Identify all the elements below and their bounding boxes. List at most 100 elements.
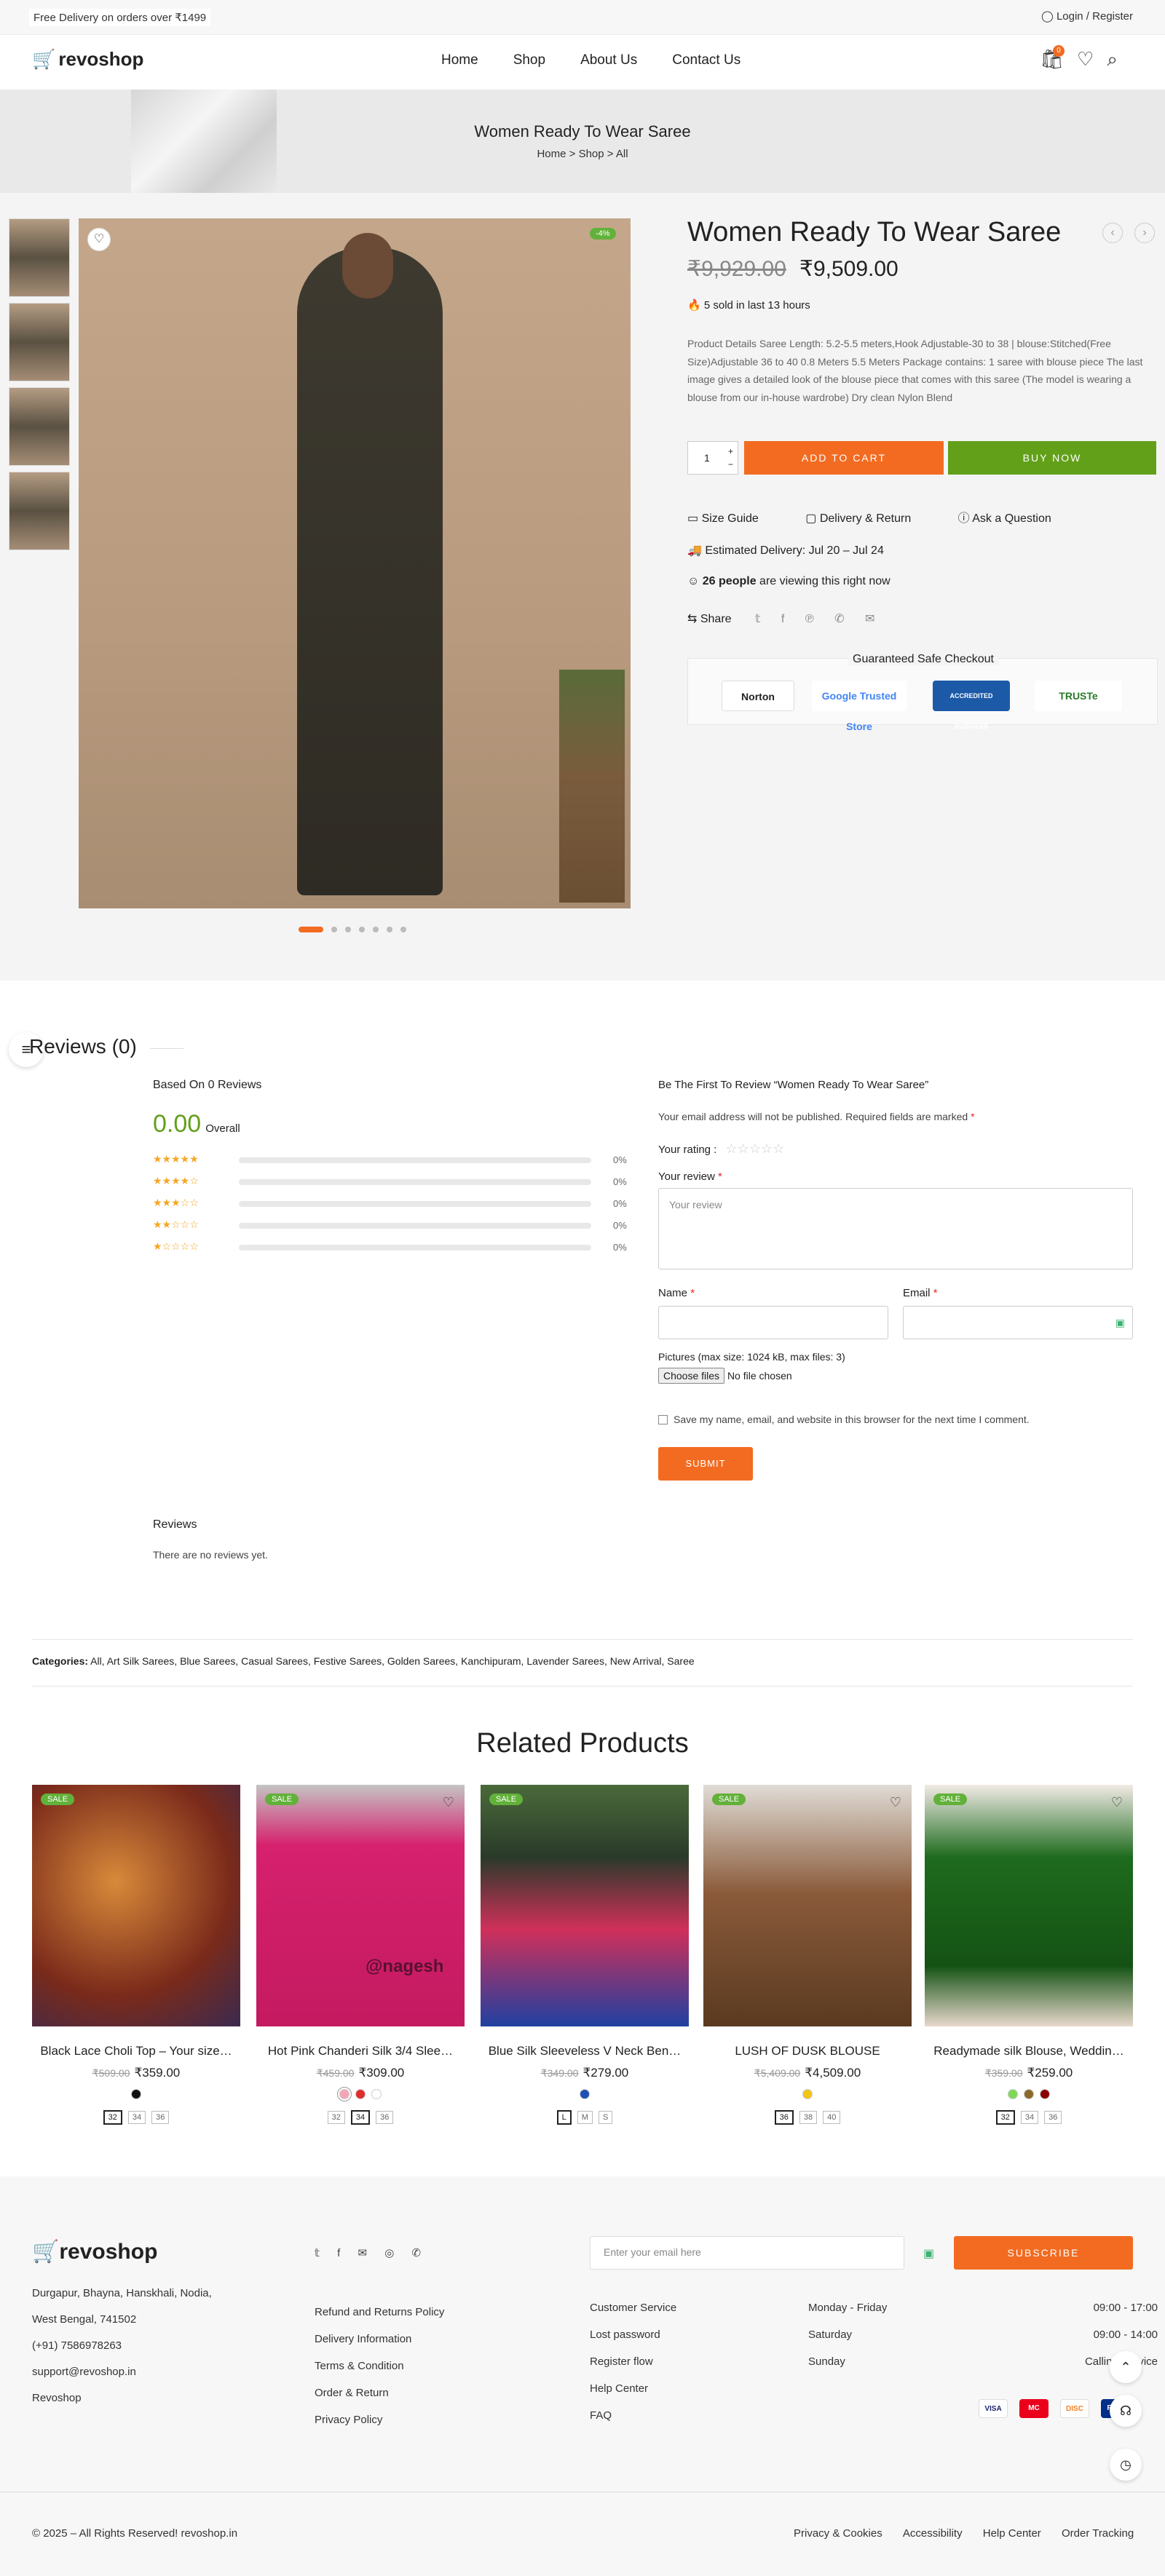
size-option[interactable]: 34 (1020, 2111, 1039, 2124)
rating-stars-input[interactable]: ☆☆☆☆☆ (726, 1141, 785, 1156)
ask-question-link[interactable]: ⓘ Ask a Question (958, 512, 1073, 525)
related-product-card[interactable]: SALE ♡ LUSH OF DUSK BLOUSE ₹5,409.00 ₹4,5… (703, 1785, 912, 2125)
product-main-image[interactable] (79, 218, 631, 908)
privacy-cookies-link[interactable]: Privacy & Cookies (794, 2527, 882, 2540)
color-swatch[interactable] (371, 2089, 382, 2099)
heart-icon[interactable]: ♡ (1077, 48, 1094, 70)
order-tracking-link[interactable]: Order Tracking (1062, 2527, 1134, 2540)
history-icon[interactable]: ◷ (1110, 2449, 1142, 2481)
size-option[interactable]: 32 (995, 2110, 1015, 2125)
save-info-checkbox[interactable] (658, 1415, 668, 1424)
footer-phone[interactable]: (+91) 7586978263 (32, 2339, 122, 2352)
size-option[interactable]: 36 (376, 2111, 394, 2124)
service-link[interactable]: Help Center (590, 2382, 648, 2395)
prev-product-icon[interactable]: ‹ (1102, 223, 1123, 243)
product-image[interactable] (703, 1785, 912, 2026)
pagination-dot[interactable] (400, 927, 406, 932)
product-image[interactable]: @nagesh (256, 1785, 465, 2026)
size-option[interactable]: 34 (350, 2110, 371, 2125)
pagination-dot-active[interactable] (299, 927, 323, 932)
buy-now-button[interactable]: BUY NOW (948, 441, 1156, 475)
size-option[interactable]: 36 (774, 2110, 794, 2125)
gallery-thumbnail[interactable] (9, 303, 70, 381)
product-name[interactable]: Black Lace Choli Top – Your size… (32, 2044, 240, 2058)
facebook-icon[interactable]: f (781, 613, 784, 625)
choose-files-button[interactable]: Choose files (658, 1368, 725, 1384)
size-option[interactable]: 40 (823, 2111, 841, 2124)
color-swatch[interactable] (1024, 2089, 1034, 2099)
size-option[interactable]: M (577, 2111, 593, 2124)
service-link[interactable]: Register flow (590, 2355, 653, 2368)
categories-list[interactable]: All, Art Silk Sarees, Blue Sarees, Casua… (90, 1655, 695, 1667)
size-option[interactable]: S (598, 2111, 613, 2124)
next-product-icon[interactable]: › (1134, 223, 1155, 243)
subscribe-button[interactable]: SUBSCRIBE (954, 2236, 1133, 2270)
size-option[interactable]: 36 (1044, 2111, 1062, 2124)
related-product-card[interactable]: SALE Black Lace Choli Top – Your size… ₹… (32, 1785, 240, 2125)
color-swatch[interactable] (802, 2089, 813, 2099)
product-image[interactable] (925, 1785, 1133, 2026)
site-logo[interactable]: 🛒 revoshop (32, 48, 143, 71)
size-option[interactable]: L (556, 2110, 572, 2125)
email-input[interactable]: ▣ (903, 1306, 1133, 1339)
policy-link[interactable]: Terms & Condition (315, 2360, 404, 2372)
product-name[interactable]: LUSH OF DUSK BLOUSE (703, 2044, 912, 2058)
color-swatch[interactable] (1008, 2089, 1018, 2099)
wishlist-heart-icon[interactable]: ♡ (443, 1795, 454, 1810)
product-image[interactable] (32, 1785, 240, 2026)
service-link[interactable]: Lost password (590, 2329, 660, 2341)
nav-about-us[interactable]: About Us (580, 52, 637, 68)
review-textarea[interactable]: Your review (658, 1188, 1133, 1269)
policy-link[interactable]: Order & Return (315, 2387, 389, 2399)
search-icon[interactable]: ⌕ (1107, 48, 1118, 70)
size-option[interactable]: 32 (103, 2110, 122, 2125)
service-link[interactable]: FAQ (590, 2409, 612, 2422)
accessibility-link[interactable]: Accessibility (903, 2527, 963, 2540)
pagination-dot[interactable] (373, 927, 379, 932)
policy-link[interactable]: Delivery Information (315, 2333, 411, 2345)
name-input[interactable] (658, 1306, 888, 1339)
login-register-link[interactable]: ◯ Login / Register (1041, 9, 1133, 23)
nav-contact-us[interactable]: Contact Us (672, 52, 741, 68)
quantity-stepper[interactable]: 1 + − (687, 441, 738, 475)
add-to-cart-button[interactable]: ADD TO CART (744, 441, 944, 475)
product-name[interactable]: Readymade silk Blouse, Weddin… (925, 2044, 1133, 2058)
color-swatch[interactable] (1040, 2089, 1050, 2099)
related-product-card[interactable]: @nagesh SALE ♡ Hot Pink Chanderi Silk 3/… (256, 1785, 465, 2125)
service-link[interactable]: Customer Service (590, 2302, 676, 2314)
pinterest-icon[interactable]: ℗ (805, 613, 814, 625)
email-icon[interactable]: ✉ (358, 2247, 368, 2259)
nav-shop[interactable]: Shop (513, 52, 545, 68)
color-swatch[interactable] (131, 2089, 141, 2099)
color-swatch[interactable] (337, 2087, 352, 2101)
product-image[interactable] (481, 1785, 689, 2026)
gallery-thumbnail[interactable] (9, 387, 70, 466)
product-name[interactable]: Blue Silk Sleeveless V Neck Ben… (481, 2044, 689, 2058)
breadcrumb-shop[interactable]: Shop (579, 148, 604, 160)
wishlist-heart-icon[interactable]: ♡ (890, 1795, 901, 1810)
policy-link[interactable]: Privacy Policy (315, 2414, 382, 2426)
related-product-card[interactable]: SALE Blue Silk Sleeveless V Neck Ben… ₹3… (481, 1785, 689, 2125)
newsletter-email-input[interactable]: Enter your email here (590, 2236, 904, 2270)
size-option[interactable]: 36 (151, 2111, 170, 2124)
twitter-icon[interactable]: 𝕥 (315, 2247, 320, 2259)
breadcrumb-home[interactable]: Home (537, 148, 566, 160)
submit-review-button[interactable]: SUBMIT (658, 1447, 753, 1481)
facebook-icon[interactable]: f (337, 2247, 340, 2259)
quantity-plus-minus[interactable]: + − (728, 445, 733, 471)
whatsapp-icon[interactable]: ✆ (834, 613, 844, 625)
size-option[interactable]: 38 (799, 2111, 818, 2124)
size-guide-link[interactable]: ▭ Size Guide (687, 512, 781, 525)
pagination-dot[interactable] (331, 927, 337, 932)
nav-home[interactable]: Home (441, 52, 478, 68)
pagination-dot[interactable] (359, 927, 365, 932)
related-product-card[interactable]: SALE ♡ Readymade silk Blouse, Weddin… ₹3… (925, 1785, 1133, 2125)
size-option[interactable]: 32 (327, 2111, 345, 2124)
help-center-link[interactable]: Help Center (983, 2527, 1041, 2540)
pagination-dot[interactable] (387, 927, 392, 932)
email-icon[interactable]: ✉ (865, 613, 874, 625)
color-swatch[interactable] (580, 2089, 590, 2099)
twitter-icon[interactable]: 𝕥 (755, 613, 760, 625)
wishlist-heart-icon[interactable]: ♡ (1111, 1795, 1123, 1810)
delivery-return-link[interactable]: ▢ Delivery & Return (805, 512, 933, 525)
